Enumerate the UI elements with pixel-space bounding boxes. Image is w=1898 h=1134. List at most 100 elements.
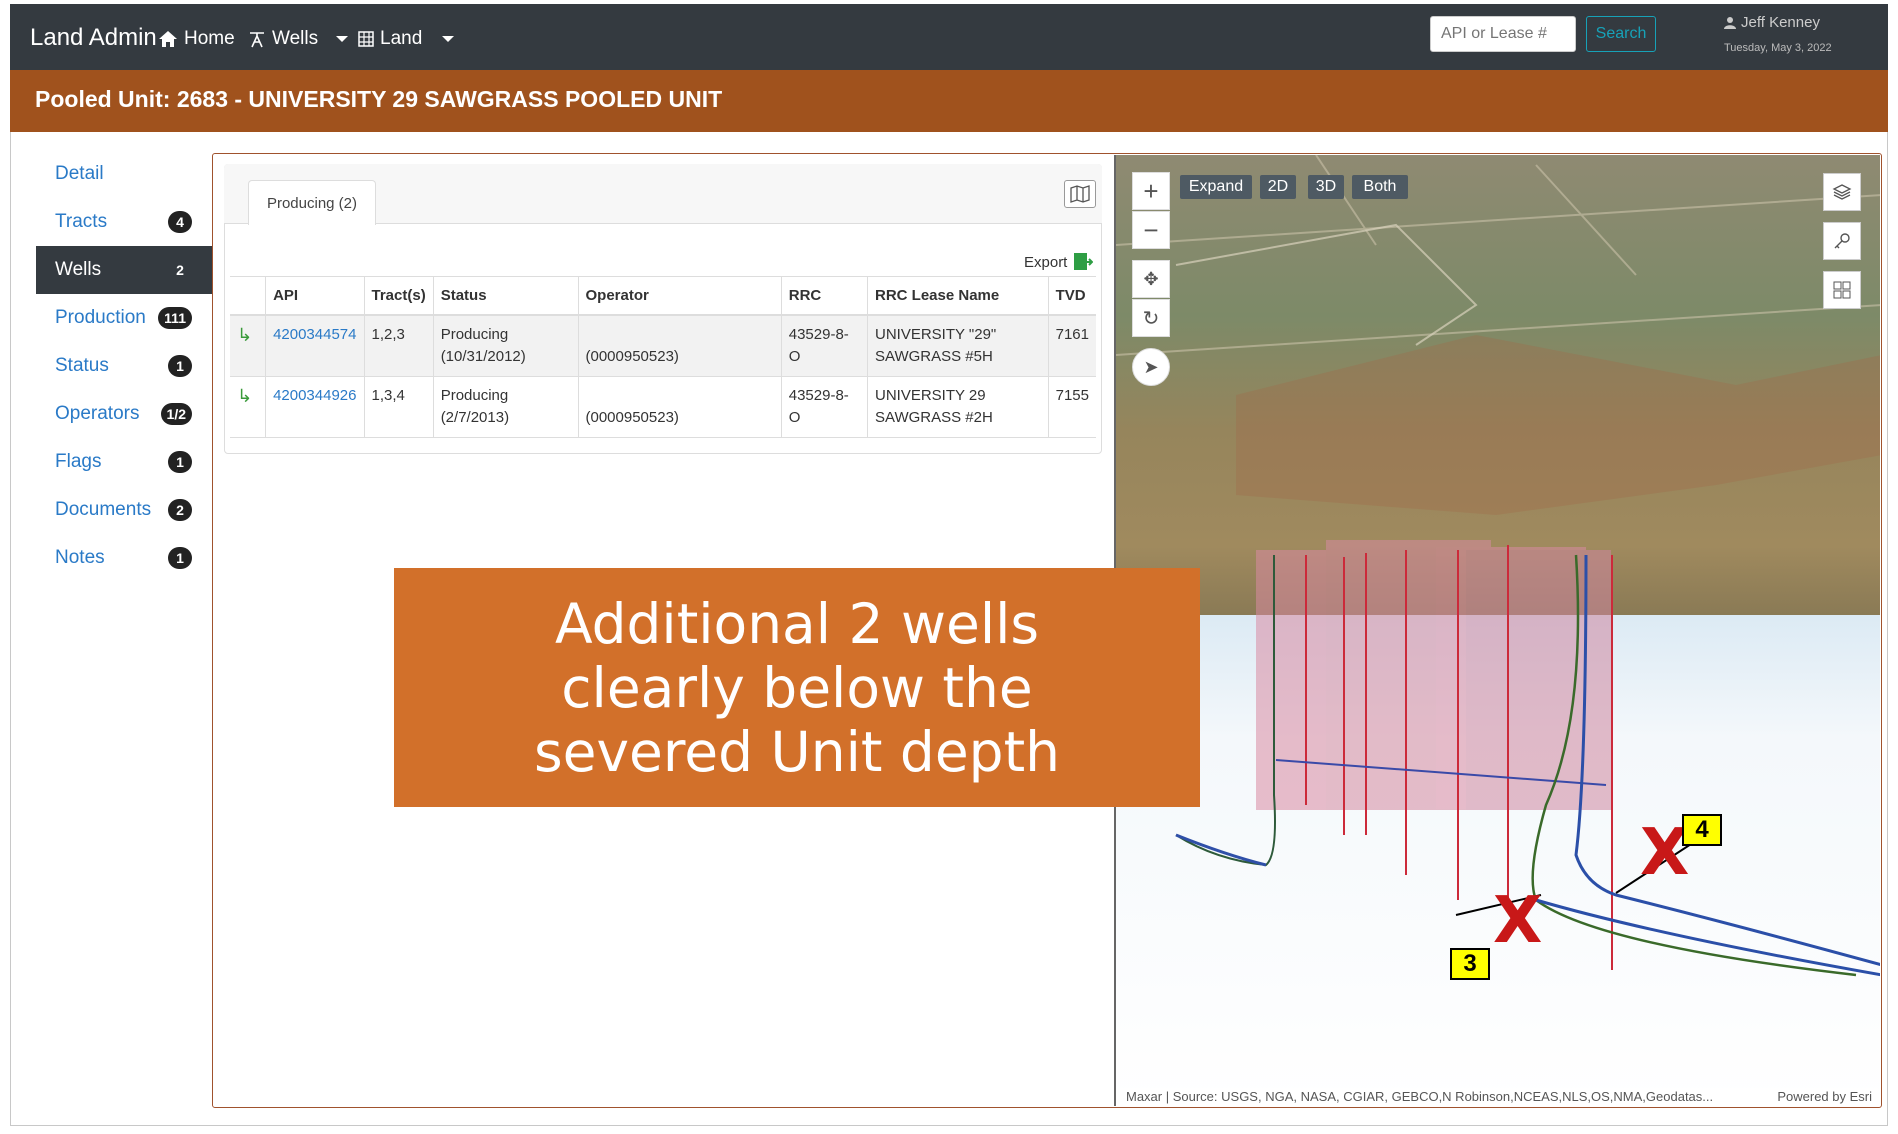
sidebar-item-flags[interactable]: Flags 1 xyxy=(36,438,212,486)
compass-button[interactable]: ➤ xyxy=(1132,348,1170,386)
rotate-button[interactable]: ↻ xyxy=(1132,299,1170,337)
user-menu[interactable]: Jeff Kenney xyxy=(1724,14,1820,31)
lease-name-line2: SAWGRASS #5H xyxy=(875,347,993,365)
sidebar-item-label: Flags xyxy=(55,451,102,472)
count-badge: 1/2 xyxy=(160,403,192,425)
count-badge: 4 xyxy=(168,211,192,233)
sidebar-item-operators[interactable]: Operators 1/2 xyxy=(36,390,212,438)
search-button[interactable]: Search xyxy=(1586,16,1656,52)
well-label-4: 4 xyxy=(1682,814,1722,846)
column-header-tracts[interactable]: Tract(s) xyxy=(363,276,434,316)
callout-line-1: Additional 2 wells xyxy=(554,592,1040,656)
api-link[interactable]: 4200344926 xyxy=(265,376,364,438)
status-text: Producing xyxy=(440,325,509,343)
operator-cell: (0000950523) xyxy=(577,376,782,438)
export-button[interactable]: Export xyxy=(1024,252,1094,272)
wells-dropdown-caret-icon[interactable] xyxy=(336,36,348,42)
2d-button[interactable]: 2D xyxy=(1260,175,1296,199)
sidebar-item-label: Notes xyxy=(55,547,105,568)
sidebar-item-label: Detail xyxy=(55,163,104,184)
map-icon xyxy=(1070,185,1090,203)
callout-line-2: clearly below the xyxy=(561,656,1033,720)
column-header-operator[interactable]: Operator xyxy=(577,276,782,316)
sidebar-item-label: Status xyxy=(55,355,109,376)
table-row: ↳ 4200344926 1,3,4 Producing (2/7/2013) (… xyxy=(230,376,1096,438)
sidebar-item-documents[interactable]: Documents 2 xyxy=(36,486,212,534)
excel-export-icon xyxy=(1074,253,1094,270)
zoom-out-button[interactable]: − xyxy=(1132,211,1170,249)
status-date: (2/7/2013) xyxy=(440,408,510,426)
sidebar-item-notes[interactable]: Notes 1 xyxy=(36,534,212,582)
pan-button[interactable]: ✥ xyxy=(1132,260,1170,298)
user-name: Jeff Kenney xyxy=(1741,14,1820,31)
status-text: Producing xyxy=(440,386,509,404)
nav-land[interactable]: Land xyxy=(358,28,422,50)
table-row: ↳ 4200344574 1,2,3 Producing (10/31/2012)… xyxy=(230,314,1096,377)
row-arrow-icon: ↳ xyxy=(230,376,266,438)
x-mark-3: X xyxy=(1493,884,1543,958)
search-map-button[interactable] xyxy=(1823,222,1861,260)
arrow-column-header xyxy=(230,276,266,316)
nav-wells-label: Wells xyxy=(272,28,319,49)
api-search-input[interactable] xyxy=(1430,16,1576,52)
tracts-cell: 1,2,3 xyxy=(363,314,434,377)
count-badge: 2 xyxy=(168,499,192,521)
nav-land-label: Land xyxy=(380,28,423,49)
tracts-cell: 1,3,4 xyxy=(363,376,434,438)
current-date: Tuesday, May 3, 2022 xyxy=(1724,42,1832,54)
operator-number: (0000950523) xyxy=(585,347,679,365)
map-3d-view[interactable] xyxy=(1114,155,1880,1106)
column-header-rrc-lease-name[interactable]: RRC Lease Name xyxy=(867,276,1049,316)
move-icon: ✥ xyxy=(1143,268,1159,289)
attribution-text: Maxar | Source: USGS, NGA, NASA, CGIAR, … xyxy=(1126,1089,1714,1104)
layers-button[interactable] xyxy=(1823,173,1861,211)
column-header-tvd[interactable]: TVD xyxy=(1047,276,1096,316)
annotation-callout: Additional 2 wells clearly below the sev… xyxy=(394,568,1200,807)
powered-by-esri[interactable]: Powered by Esri xyxy=(1777,1089,1872,1104)
expand-button[interactable]: Expand xyxy=(1180,175,1252,199)
count-badge: 1 xyxy=(168,355,192,377)
grid-icon xyxy=(358,31,374,47)
nav-home[interactable]: Home xyxy=(158,28,235,50)
3d-button[interactable]: 3D xyxy=(1308,175,1344,199)
tab-producing[interactable]: Producing (2) xyxy=(248,180,376,225)
land-dropdown-caret-icon[interactable] xyxy=(442,36,454,42)
api-link[interactable]: 4200344574 xyxy=(265,314,364,377)
column-header-rrc[interactable]: RRC xyxy=(780,276,868,316)
sidebar-item-label: Operators xyxy=(55,403,140,424)
map-toggle-button[interactable] xyxy=(1064,180,1096,208)
count-badge: 111 xyxy=(158,307,192,329)
user-icon xyxy=(1724,17,1736,29)
count-badge: 1 xyxy=(168,547,192,569)
column-header-api[interactable]: API xyxy=(265,276,364,316)
nav-wells[interactable]: Wells xyxy=(248,28,318,50)
well-label-3: 3 xyxy=(1450,948,1490,980)
row-arrow-icon: ↳ xyxy=(230,314,266,377)
count-badge: 1 xyxy=(168,451,192,473)
rotate-icon: ↻ xyxy=(1142,307,1160,330)
basemap-grid-icon xyxy=(1833,281,1851,299)
lease-name-line1: UNIVERSITY 29 xyxy=(875,386,986,404)
rrc-cell: 43529-8-O xyxy=(780,314,868,377)
sidebar-item-label: Wells xyxy=(55,259,102,280)
column-header-status[interactable]: Status xyxy=(432,276,578,316)
zoom-in-button[interactable]: + xyxy=(1132,172,1170,210)
brand-title[interactable]: Land Admin xyxy=(30,24,157,52)
sidebar-item-detail[interactable]: Detail xyxy=(36,150,212,198)
sidebar: Detail Tracts 4 Wells 2 Production 111 S… xyxy=(36,150,212,582)
sidebar-item-production[interactable]: Production 111 xyxy=(36,294,212,342)
basemap-gallery-button[interactable] xyxy=(1823,271,1861,309)
page-title: Pooled Unit: 2683 - UNIVERSITY 29 SAWGRA… xyxy=(10,70,1888,132)
callout-line-3: severed Unit depth xyxy=(533,720,1061,784)
operator-cell: (0000950523) xyxy=(577,314,782,377)
nav-home-label: Home xyxy=(184,28,235,49)
api-value[interactable]: 4200344926 xyxy=(273,387,356,404)
lease-name-line1: UNIVERSITY "29" xyxy=(875,325,997,343)
both-button[interactable]: Both xyxy=(1352,175,1408,199)
status-cell: Producing (10/31/2012) xyxy=(432,314,578,377)
sidebar-item-status[interactable]: Status 1 xyxy=(36,342,212,390)
sidebar-item-wells[interactable]: Wells 2 xyxy=(36,246,212,294)
sidebar-item-tracts[interactable]: Tracts 4 xyxy=(36,198,212,246)
api-value[interactable]: 4200344574 xyxy=(273,326,356,343)
lease-name-line2: SAWGRASS #2H xyxy=(875,408,993,426)
